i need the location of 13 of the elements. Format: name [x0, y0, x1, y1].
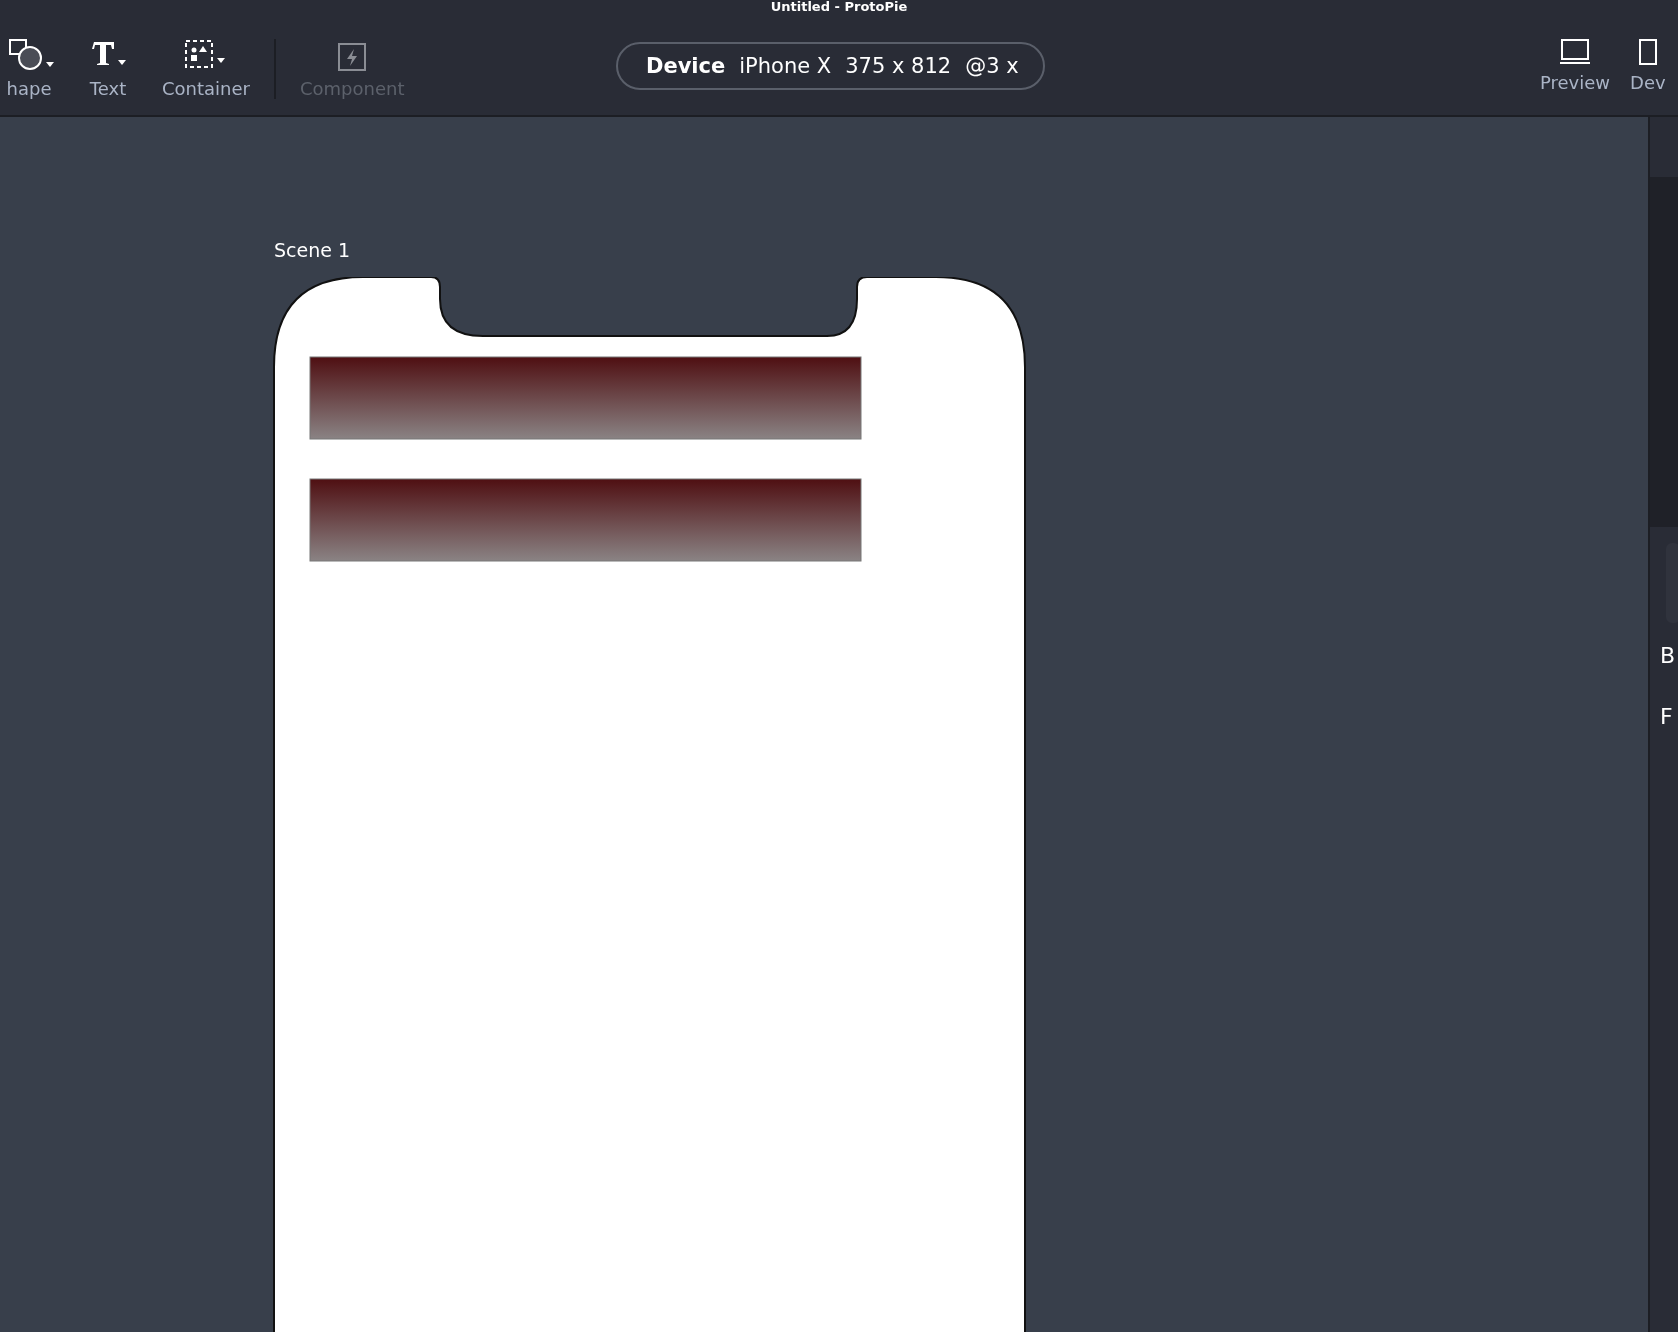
panel-label: B: [1660, 643, 1676, 668]
laptop-icon: [1559, 38, 1592, 66]
phone-icon: [1637, 38, 1658, 66]
toolbar-button[interactable]: Container: [146, 38, 266, 99]
lightning-icon: [337, 42, 368, 72]
device-selector[interactable]: Device iPhone X 375 x 812 @3 x: [616, 42, 1045, 90]
toolbar-button[interactable]: Preview: [1530, 38, 1621, 93]
panel-label: F: [1660, 704, 1673, 729]
toolbar-button[interactable]: Dev: [1620, 38, 1676, 93]
toolbar-button[interactable]: hape: [0, 38, 70, 99]
toolbar-button[interactable]: Text: [70, 38, 146, 99]
scene-title: Scene 1: [274, 239, 351, 261]
window-title: Untitled - ProtoPie: [770, 0, 908, 14]
